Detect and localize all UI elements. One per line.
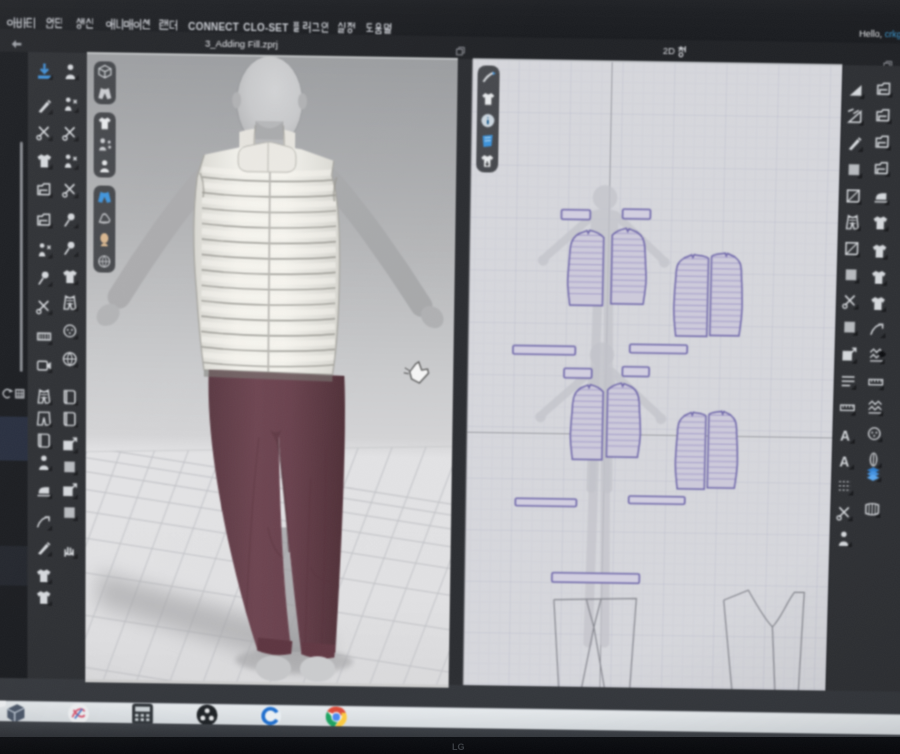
svg-text:A: A <box>839 454 849 470</box>
svg-text:A: A <box>840 428 850 444</box>
